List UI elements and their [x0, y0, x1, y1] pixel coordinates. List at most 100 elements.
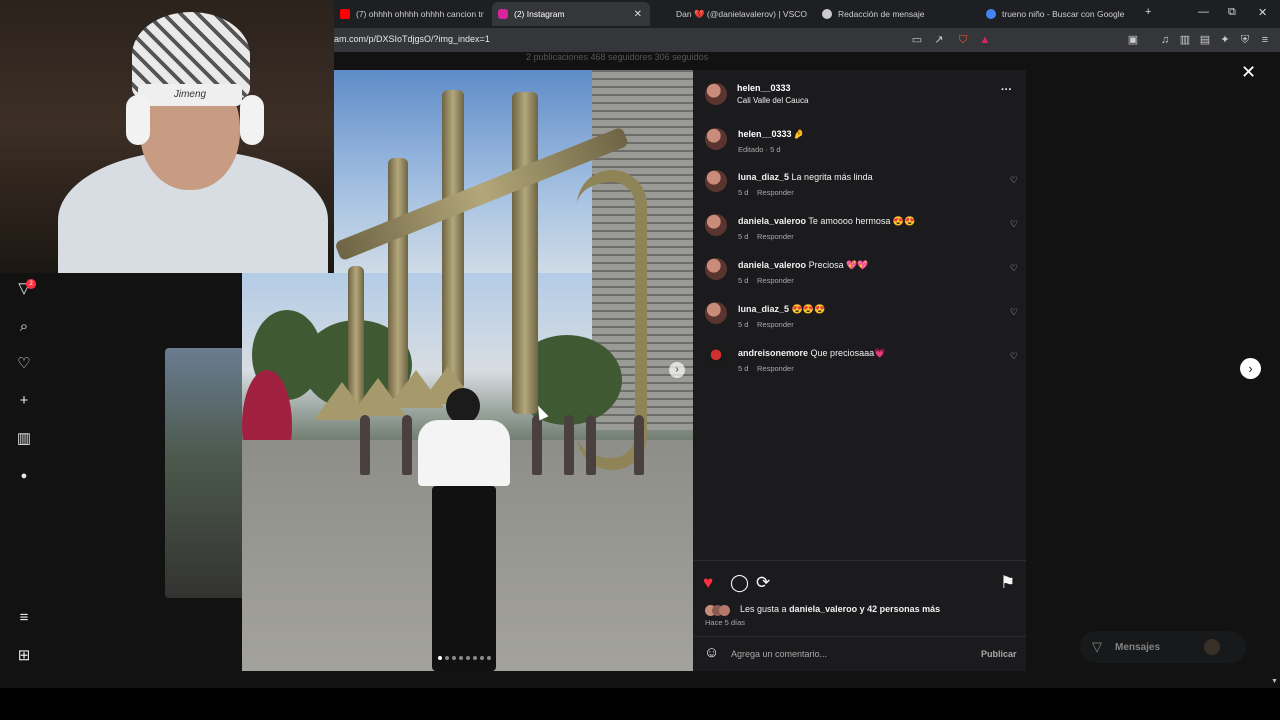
like-icon[interactable]: ♥: [703, 573, 713, 593]
brave-shield-icon[interactable]: ⛉: [956, 33, 970, 47]
plus-icon[interactable]: +: [14, 391, 34, 411]
carousel-dot: [466, 656, 470, 660]
apps-icon[interactable]: ⊞: [14, 646, 34, 666]
comment-age: 5 d: [738, 364, 749, 373]
save-icon[interactable]: ⚑: [1000, 573, 1015, 593]
comment-user[interactable]: luna_diaz_5: [738, 172, 789, 182]
comment-like-icon[interactable]: ♡: [1010, 175, 1018, 186]
comment-line: andreisonemore Que preciosaaa💗: [738, 348, 885, 359]
instagram-icon: [498, 9, 508, 19]
bystander: [586, 415, 596, 475]
reply-button[interactable]: Responder: [757, 364, 794, 373]
bystander: [360, 415, 370, 475]
restore-button[interactable]: ⧉: [1228, 6, 1236, 19]
carousel-dot: [452, 656, 456, 660]
previous-post-preview[interactable]: [165, 348, 245, 598]
carousel-dot: [473, 656, 477, 660]
wallet-icon[interactable]: ▤: [1198, 33, 1212, 47]
taskbar-strip: [0, 688, 1280, 720]
messages-label: Mensajes: [1115, 642, 1161, 653]
menu-icon[interactable]: ≡: [1258, 33, 1272, 47]
comment-user[interactable]: daniela_valeroo: [738, 260, 806, 270]
share-icon[interactable]: ↗: [932, 33, 946, 47]
publish-button[interactable]: Publicar: [981, 649, 1017, 659]
trumpet-pipe: [512, 92, 538, 414]
cast-icon[interactable]: ▭: [910, 33, 924, 47]
menu-icon[interactable]: ≡: [14, 608, 34, 628]
close-tab-icon[interactable]: ✕: [634, 9, 642, 20]
comment-line: daniela_valeroo Preciosa 💖💖: [738, 260, 869, 271]
music-icon[interactable]: ♫: [1158, 33, 1172, 47]
comment-user[interactable]: daniela_valeroo: [738, 216, 806, 226]
reply-button[interactable]: Responder: [757, 188, 794, 197]
tab-instagram[interactable]: (2) Instagram ✕: [492, 2, 650, 26]
post-author[interactable]: helen__0333: [737, 83, 791, 93]
post-location[interactable]: Cali Valle del Cauca: [737, 96, 808, 105]
caption-user[interactable]: helen__0333: [738, 129, 792, 139]
comment-like-icon[interactable]: ♡: [1010, 351, 1018, 362]
heart-icon[interactable]: ♡: [14, 354, 34, 374]
reply-button[interactable]: Responder: [757, 320, 794, 329]
emoji-icon[interactable]: ☺: [704, 644, 719, 661]
avatar[interactable]: [705, 128, 727, 150]
new-tab-button[interactable]: +: [1145, 6, 1151, 18]
profile-stats: 2 publicaciones 468 seguidores 306 segui…: [526, 52, 709, 62]
vpn-icon[interactable]: ⛨: [1238, 33, 1252, 47]
comment-item: luna_diaz_5 😍😍😍 5 d Responder ♡: [693, 302, 1026, 332]
avatar[interactable]: [705, 83, 727, 105]
profile-icon[interactable]: ●: [14, 466, 34, 486]
comment-user[interactable]: luna_diaz_5: [738, 304, 789, 314]
close-icon[interactable]: ✕: [1241, 62, 1256, 83]
post-side-panel: helen__0333 Cali Valle del Cauca ··· hel…: [693, 70, 1026, 671]
reply-button[interactable]: Responder: [757, 276, 794, 285]
divider: [693, 636, 1026, 637]
minimize-button[interactable]: —: [1198, 6, 1209, 18]
next-image-button[interactable]: ›: [669, 362, 685, 378]
avatar[interactable]: [705, 302, 727, 324]
carousel-indicator: [438, 656, 491, 660]
instagram-sidebar: ▽ 2 ⌕ ♡ + ▥ ● ≡ ⊞: [0, 273, 50, 688]
close-window-button[interactable]: ✕: [1258, 6, 1267, 19]
messages-button[interactable]: ▽ Mensajes: [1080, 631, 1246, 663]
avatar[interactable]: [705, 170, 727, 192]
url-field[interactable]: am.com/p/DXSIoTdjgsO/?img_index=1: [334, 34, 490, 44]
search-icon[interactable]: ⌕: [14, 317, 34, 337]
scroll-down-arrow-icon[interactable]: ▼: [1271, 678, 1278, 685]
tab-label: (2) Instagram: [514, 9, 565, 19]
comment-user[interactable]: andreisonemore: [738, 348, 808, 358]
screenshot-icon[interactable]: ▣: [1126, 33, 1140, 47]
likes-summary[interactable]: Les gusta a daniela_valeroo y 42 persona…: [740, 604, 940, 614]
likes-user[interactable]: daniela_valeroo: [789, 604, 857, 614]
comment-line: daniela_valeroo Te amoooo hermosa 😍😍: [738, 216, 915, 227]
more-options-icon[interactable]: ···: [1001, 84, 1012, 96]
comment-like-icon[interactable]: ♡: [1010, 263, 1018, 274]
comment-age: 5 d: [738, 188, 749, 197]
next-post-button[interactable]: ›: [1240, 358, 1261, 379]
avatar[interactable]: [705, 346, 727, 368]
carousel-dot: [445, 656, 449, 660]
tab-message[interactable]: Redacción de mensaje: [816, 2, 976, 26]
tab-label: Redacción de mensaje: [838, 9, 925, 19]
comment-text: Preciosa 💖💖: [808, 260, 869, 270]
comment-icon[interactable]: ◯: [730, 573, 749, 593]
leo-icon[interactable]: ✦: [1218, 33, 1232, 47]
tab-youtube[interactable]: (7) ohhhh ohhhh ohhhh cancion tris: [334, 2, 484, 26]
avatar: [1204, 639, 1220, 655]
woman-walking: [414, 388, 514, 671]
insights-icon[interactable]: ▥: [14, 429, 34, 449]
comment-like-icon[interactable]: ♡: [1010, 307, 1018, 318]
reply-button[interactable]: Responder: [757, 232, 794, 241]
caption-text: 🤌: [793, 129, 805, 139]
tab-google[interactable]: trueno niño - Buscar con Google: [980, 2, 1138, 26]
likes-suffix[interactable]: y 42 personas más: [860, 604, 941, 614]
likes-prefix: Les gusta a: [740, 604, 787, 614]
repost-icon[interactable]: ⟳: [756, 573, 770, 593]
comment-like-icon[interactable]: ♡: [1010, 219, 1018, 230]
sidebar-icon[interactable]: ▥: [1178, 33, 1192, 47]
tab-vsco[interactable]: Dan 💔 (@danielavalerov) | VSCO: [670, 2, 810, 26]
avatar[interactable]: [705, 258, 727, 280]
comment-input[interactable]: Agrega un comentario...: [731, 649, 827, 659]
tab-label: Dan 💔 (@danielavalerov) | VSCO: [676, 8, 808, 19]
rewards-icon[interactable]: ▲: [978, 33, 992, 47]
avatar[interactable]: [705, 214, 727, 236]
